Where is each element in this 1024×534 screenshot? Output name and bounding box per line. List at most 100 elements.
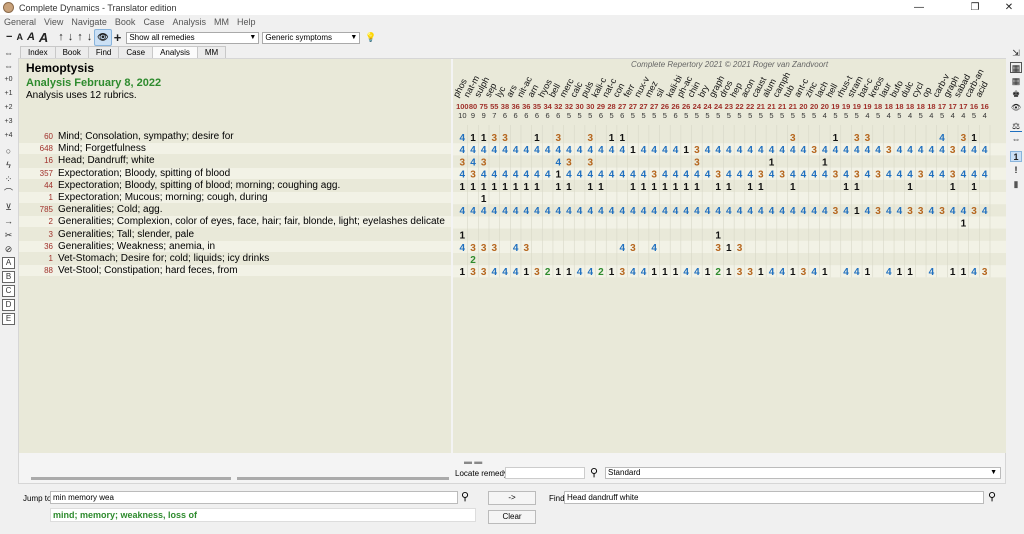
symptom-filter-select[interactable]: Generic symptoms ▼ <box>262 31 361 44</box>
clipboard-e-button[interactable]: E <box>2 313 15 325</box>
clipboard-a-button[interactable]: A <box>2 257 15 269</box>
search-icon[interactable]: ⚲ <box>590 466 598 479</box>
left-scrollbar-track[interactable] <box>237 477 449 480</box>
spiral-icon[interactable]: ⊘ <box>2 243 15 255</box>
find-input[interactable]: Head dandruff white <box>564 491 984 504</box>
weight-0-button[interactable]: +0 <box>2 74 15 86</box>
minimize-button[interactable]: — <box>904 0 934 15</box>
search-icon[interactable]: ⚲ <box>988 490 996 503</box>
rubric-row[interactable]: 1 Vet-Stomach; Desire for; cold; liquids;… <box>19 253 451 264</box>
menu-case[interactable]: Case <box>139 15 168 28</box>
remedy-grid[interactable]: phos10010nat-m809sulph759sep557lyc386ars… <box>453 59 1006 453</box>
arrow-down-icon[interactable]: ↓ <box>66 30 76 45</box>
rubric-row[interactable]: 785 Generalities; Cold; agg. <box>19 204 451 215</box>
clipboard-b-button[interactable]: B <box>2 271 15 283</box>
rubric-count: 2 <box>48 217 53 227</box>
go-button[interactable]: -> <box>488 491 536 505</box>
left-scrollbar[interactable] <box>31 477 231 480</box>
rubric-row[interactable]: 44 Expectoration; Bloody, spitting of blo… <box>19 180 451 191</box>
resize-horizontal-icon[interactable]: ⇔ <box>1010 134 1022 145</box>
remedy-score: 21 <box>757 102 765 111</box>
menu-navigate[interactable]: Navigate <box>67 15 111 28</box>
rubric-row[interactable]: 36 Generalities; Weakness; anemia, in <box>19 240 451 252</box>
scissors-icon[interactable]: ✂ <box>2 229 15 241</box>
filter-icon[interactable]: ⊻ <box>2 201 15 213</box>
maximize-button[interactable]: ❐ <box>960 0 990 15</box>
grade-mark: 1 <box>961 267 967 278</box>
grade-mark: 1 <box>555 182 561 193</box>
eye-icon[interactable]: 👁 <box>1010 102 1022 113</box>
menu-help[interactable]: Help <box>233 15 260 28</box>
font-large-button[interactable]: A <box>37 30 50 45</box>
gradient-icon[interactable]: ▮ <box>1010 179 1022 190</box>
weight-2-button[interactable]: +2 <box>2 102 15 114</box>
grade-mark: 1 <box>726 267 732 278</box>
grade-mark: 3 <box>950 170 956 181</box>
scales-icon[interactable]: ⚖ <box>1010 121 1022 132</box>
menu-analysis[interactable]: Analysis <box>168 15 210 28</box>
expand-icon[interactable]: ⇲ <box>1010 48 1022 59</box>
grade-mark: 4 <box>555 157 561 168</box>
eye-icon[interactable]: 👁 <box>94 29 112 46</box>
rubric-row[interactable]: 2 Generalities; Complexion, color of eyes… <box>19 216 451 228</box>
rubric-row[interactable]: 88 Vet-Stool; Constipation; hard feces, f… <box>19 265 451 277</box>
tab-find[interactable]: Find <box>87 46 120 58</box>
menu-mm[interactable]: MM <box>210 15 233 28</box>
arrow-up-alt-icon[interactable]: ↑ <box>75 30 85 45</box>
grade-mark: 4 <box>737 170 743 181</box>
lightning-icon[interactable]: ϟ <box>2 159 15 171</box>
menu-book[interactable]: Book <box>111 15 140 28</box>
plus-icon[interactable]: + <box>112 30 124 45</box>
tab-mm[interactable]: MM <box>196 46 227 58</box>
remedy-score: 18 <box>927 102 935 111</box>
menu-general[interactable]: General <box>0 15 40 28</box>
tab-case[interactable]: Case <box>118 46 154 58</box>
close-button[interactable]: ✕ <box>994 0 1024 15</box>
font-medium-button[interactable]: A <box>25 30 37 45</box>
weight-4-button[interactable]: +4 <box>2 130 15 142</box>
tab-analysis[interactable]: Analysis <box>152 46 198 58</box>
arrow-right-icon[interactable]: → <box>2 215 15 227</box>
grade-mark: 4 <box>779 267 785 278</box>
unlink-icon[interactable]: ⇔ <box>2 60 15 72</box>
table-view-icon[interactable]: ▦ <box>1010 76 1022 87</box>
rubric-row[interactable]: 357 Expectoration; Bloody, spitting of bl… <box>19 167 451 179</box>
crown-icon[interactable]: ♚ <box>1010 89 1022 100</box>
remedy-rubric-count: 6 <box>599 111 603 120</box>
rank-1-button[interactable]: 1 <box>1010 151 1022 162</box>
splitter-handle[interactable]: ▬ ▬ <box>464 457 482 466</box>
lightbulb-icon[interactable]: 💡 <box>363 30 378 45</box>
exclamation-icon[interactable]: ! <box>1010 165 1022 176</box>
rubric-row[interactable]: 648 Mind; Forgetfulness <box>19 143 451 155</box>
arrow-down-alt-icon[interactable]: ↓ <box>85 30 95 45</box>
jump-suggestion[interactable]: mind; memory; weakness, loss of <box>50 508 476 522</box>
rubric-row[interactable]: 16 Head; Dandruff; white <box>19 155 451 166</box>
arrow-up-icon[interactable]: ↑ <box>56 30 66 45</box>
clipboard-d-button[interactable]: D <box>2 299 15 311</box>
menu-view[interactable]: View <box>40 15 67 28</box>
grade-mark: 4 <box>886 267 892 278</box>
circle-icon[interactable]: ○ <box>2 145 15 157</box>
collapse-icon[interactable]: − <box>4 30 14 45</box>
grade-mark: 4 <box>801 145 807 156</box>
weight-1-button[interactable]: +1 <box>2 88 15 100</box>
arc-icon[interactable]: ⌒ <box>2 187 15 199</box>
tab-index[interactable]: Index <box>20 46 56 58</box>
jump-to-input[interactable]: min memory wea <box>50 491 458 504</box>
clear-button[interactable]: Clear <box>488 510 536 524</box>
rubric-row[interactable]: 1 Expectoration; Mucous; morning; cough, … <box>19 192 451 203</box>
link-icon[interactable]: ⇔ <box>2 47 15 59</box>
locate-mode-select[interactable]: Standard ▼ <box>605 467 1001 479</box>
clipboard-c-button[interactable]: C <box>2 285 15 297</box>
font-small-button[interactable]: A <box>14 30 25 45</box>
locate-remedy-input[interactable] <box>505 467 585 479</box>
remedy-filter-select[interactable]: Show all remedies ▼ <box>126 31 260 44</box>
rubric-row[interactable]: 3 Generalities; Tall; slender, pale <box>19 229 451 240</box>
grade-mark: 1 <box>790 267 796 278</box>
grid-view-icon[interactable]: ▦ <box>1010 62 1022 73</box>
search-icon[interactable]: ⚲ <box>461 490 469 503</box>
rubric-row[interactable]: 60 Mind; Consolation, sympathy; desire fo… <box>19 131 451 142</box>
dots-icon[interactable]: ⁘ <box>2 173 15 185</box>
tab-book[interactable]: Book <box>54 46 89 58</box>
weight-3-button[interactable]: +3 <box>2 116 15 128</box>
